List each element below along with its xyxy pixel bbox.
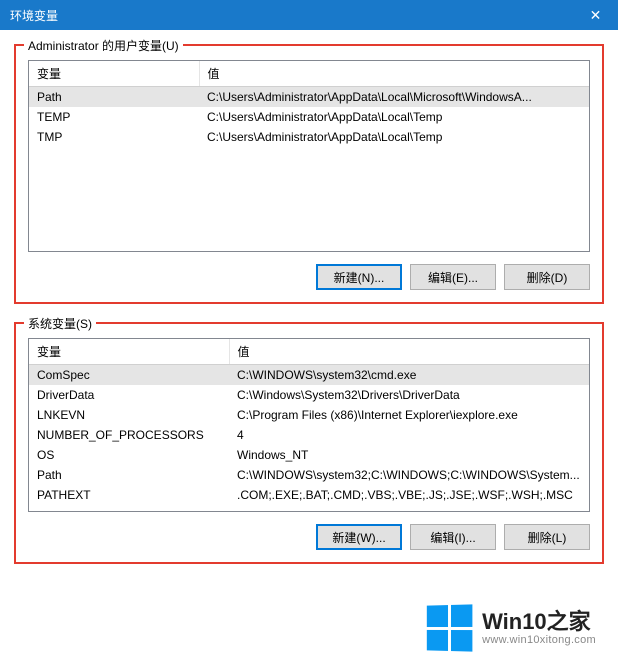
table-row[interactable]: ComSpecC:\WINDOWS\system32\cmd.exe [29, 365, 589, 386]
table-row[interactable]: TEMPC:\Users\Administrator\AppData\Local… [29, 107, 589, 127]
system-variables-legend: 系统变量(S) [24, 315, 96, 332]
system-header-value[interactable]: 值 [229, 339, 589, 365]
system-new-button[interactable]: 新建(W)... [316, 524, 402, 550]
cell-variable: Path [29, 87, 199, 108]
user-edit-button[interactable]: 编辑(E)... [410, 264, 496, 290]
cell-variable: NUMBER_OF_PROCESSORS [29, 425, 229, 445]
window-title: 环境变量 [10, 7, 58, 24]
watermark-brand: Win10之家 [482, 609, 596, 634]
cell-value: 4 [229, 425, 589, 445]
system-variables-table: 变量 值 ComSpecC:\WINDOWS\system32\cmd.exeD… [29, 339, 589, 505]
table-row[interactable]: LNKEVNC:\Program Files (x86)\Internet Ex… [29, 405, 589, 425]
cell-value: C:\Program Files (x86)\Internet Explorer… [229, 405, 589, 425]
table-row[interactable]: OSWindows_NT [29, 445, 589, 465]
table-row[interactable]: PathC:\Users\Administrator\AppData\Local… [29, 87, 589, 108]
user-variables-table: 变量 值 PathC:\Users\Administrator\AppData\… [29, 61, 589, 147]
system-buttons-row: 新建(W)... 编辑(I)... 删除(L) [28, 524, 590, 550]
close-icon: ✕ [590, 7, 602, 24]
windows-logo-icon [427, 604, 473, 651]
user-new-button[interactable]: 新建(N)... [316, 264, 402, 290]
cell-variable: TMP [29, 127, 199, 147]
cell-value: C:\Users\Administrator\AppData\Local\Tem… [199, 127, 589, 147]
user-delete-button[interactable]: 删除(D) [504, 264, 590, 290]
table-row[interactable]: PATHEXT.COM;.EXE;.BAT;.CMD;.VBS;.VBE;.JS… [29, 485, 589, 505]
cell-variable: OS [29, 445, 229, 465]
system-delete-button[interactable]: 删除(L) [504, 524, 590, 550]
cell-variable: DriverData [29, 385, 229, 405]
cell-variable: LNKEVN [29, 405, 229, 425]
cell-value: Windows_NT [229, 445, 589, 465]
table-row[interactable]: TMPC:\Users\Administrator\AppData\Local\… [29, 127, 589, 147]
user-header-value[interactable]: 值 [199, 61, 589, 87]
cell-value: C:\Windows\System32\Drivers\DriverData [229, 385, 589, 405]
table-row[interactable]: PathC:\WINDOWS\system32;C:\WINDOWS;C:\WI… [29, 465, 589, 485]
watermark-url: www.win10xitong.com [482, 634, 596, 647]
system-variables-group: 系统变量(S) 变量 值 ComSpecC:\WINDOWS\system32\… [14, 322, 604, 564]
cell-value: C:\WINDOWS\system32\cmd.exe [229, 365, 589, 386]
table-row[interactable]: NUMBER_OF_PROCESSORS4 [29, 425, 589, 445]
cell-variable: ComSpec [29, 365, 229, 386]
user-variables-group: Administrator 的用户变量(U) 变量 值 PathC:\Users… [14, 44, 604, 304]
watermark: Win10之家 www.win10xitong.com [422, 603, 600, 653]
user-variables-table-container: 变量 值 PathC:\Users\Administrator\AppData\… [28, 60, 590, 252]
table-row[interactable]: DriverDataC:\Windows\System32\Drivers\Dr… [29, 385, 589, 405]
system-variables-scroll[interactable]: 变量 值 ComSpecC:\WINDOWS\system32\cmd.exeD… [29, 339, 589, 511]
cell-value: C:\Users\Administrator\AppData\Local\Tem… [199, 107, 589, 127]
title-bar: 环境变量 ✕ [0, 0, 618, 30]
cell-value: C:\Users\Administrator\AppData\Local\Mic… [199, 87, 589, 108]
cell-variable: Path [29, 465, 229, 485]
user-header-variable[interactable]: 变量 [29, 61, 199, 87]
user-variables-legend: Administrator 的用户变量(U) [24, 37, 183, 54]
system-variables-table-container: 变量 值 ComSpecC:\WINDOWS\system32\cmd.exeD… [28, 338, 590, 512]
cell-value: .COM;.EXE;.BAT;.CMD;.VBS;.VBE;.JS;.JSE;.… [229, 485, 589, 505]
user-buttons-row: 新建(N)... 编辑(E)... 删除(D) [28, 264, 590, 290]
cell-variable: PATHEXT [29, 485, 229, 505]
watermark-text: Win10之家 www.win10xitong.com [482, 609, 596, 647]
dialog-content: Administrator 的用户变量(U) 变量 值 PathC:\Users… [0, 30, 618, 592]
user-variables-scroll[interactable]: 变量 值 PathC:\Users\Administrator\AppData\… [29, 61, 589, 251]
system-edit-button[interactable]: 编辑(I)... [410, 524, 496, 550]
close-button[interactable]: ✕ [573, 0, 618, 30]
system-header-variable[interactable]: 变量 [29, 339, 229, 365]
cell-variable: TEMP [29, 107, 199, 127]
cell-value: C:\WINDOWS\system32;C:\WINDOWS;C:\WINDOW… [229, 465, 589, 485]
